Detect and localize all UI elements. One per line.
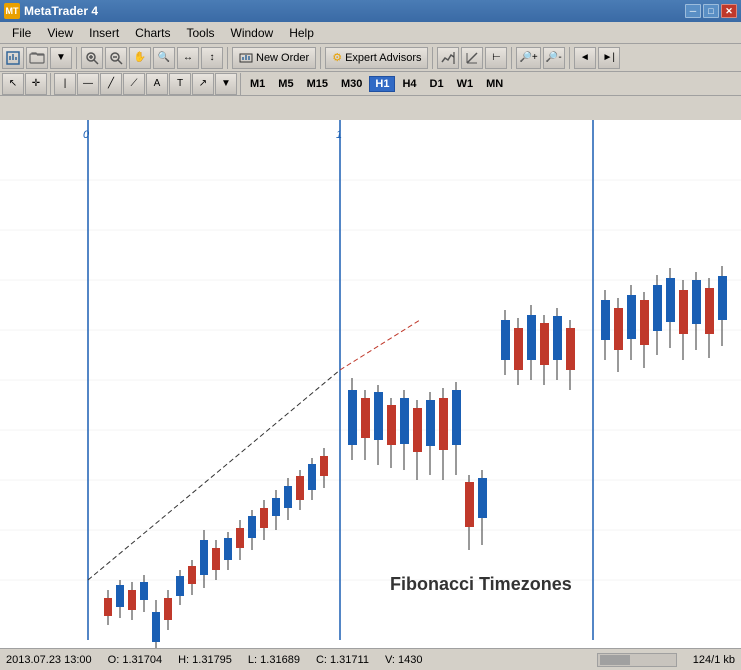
separator1 bbox=[76, 47, 77, 69]
sep-draw bbox=[50, 73, 51, 95]
arrow-tool[interactable]: ↗ bbox=[192, 73, 214, 95]
separator6 bbox=[569, 47, 570, 69]
tf-m30[interactable]: M30 bbox=[335, 76, 368, 92]
tf-w1[interactable]: W1 bbox=[451, 76, 480, 92]
chart-area[interactable]: 0 1 bbox=[0, 120, 741, 648]
sep-tf bbox=[240, 73, 241, 95]
indicators-button[interactable] bbox=[437, 47, 459, 69]
vline-tool[interactable]: | bbox=[54, 73, 76, 95]
toolbar1: ▼ ✋ 🔍 ↔ ↕ New Order ⚙ Expert Advisors ⊢ … bbox=[0, 44, 741, 72]
titlebar: MT MetaTrader 4 ─ □ ✕ bbox=[0, 0, 741, 22]
status-low: L: 1.31689 bbox=[248, 654, 300, 666]
status-close: C: 1.31711 bbox=[316, 654, 369, 666]
app-title: MetaTrader 4 bbox=[24, 4, 98, 18]
menu-file[interactable]: File bbox=[4, 24, 39, 42]
text2-tool[interactable]: T bbox=[169, 73, 191, 95]
status-open: O: 1.31704 bbox=[108, 654, 162, 666]
statusbar: 2013.07.23 13:00 O: 1.31704 H: 1.31795 L… bbox=[0, 648, 741, 670]
status-info: 124/1 kb bbox=[693, 654, 735, 666]
expert-advisors-button[interactable]: ⚙ Expert Advisors bbox=[325, 47, 428, 69]
tf-mn[interactable]: MN bbox=[480, 76, 509, 92]
status-high: H: 1.31795 bbox=[178, 654, 232, 666]
autoscroll[interactable]: ↕ bbox=[201, 47, 223, 69]
zoom-in-button[interactable] bbox=[81, 47, 103, 69]
separator2 bbox=[227, 47, 228, 69]
close-button[interactable]: ✕ bbox=[721, 4, 737, 18]
maximize-button[interactable]: □ bbox=[703, 4, 719, 18]
trendline-tool[interactable]: ╱ bbox=[100, 73, 122, 95]
more-tools[interactable]: ▼ bbox=[215, 73, 237, 95]
horizontal-scrollbar[interactable] bbox=[597, 653, 677, 667]
cursor-tool[interactable]: ↖ bbox=[2, 73, 24, 95]
app-icon: MT bbox=[4, 3, 20, 19]
zoom-in2[interactable]: 🔎+ bbox=[516, 47, 540, 69]
menu-charts[interactable]: Charts bbox=[127, 24, 178, 42]
zoom-out2[interactable]: 🔎- bbox=[543, 47, 565, 69]
hline-tool[interactable]: — bbox=[77, 73, 99, 95]
tf-h4[interactable]: H4 bbox=[396, 76, 422, 92]
status-volume: V: 1430 bbox=[385, 654, 423, 666]
zoom-out-button[interactable] bbox=[105, 47, 127, 69]
chart-svg: 0 1 bbox=[0, 120, 741, 648]
tf-d1[interactable]: D1 bbox=[424, 76, 450, 92]
menu-view[interactable]: View bbox=[39, 24, 81, 42]
status-datetime: 2013.07.23 13:00 bbox=[6, 654, 92, 666]
new-order-button[interactable]: New Order bbox=[232, 47, 316, 69]
menu-window[interactable]: Window bbox=[223, 24, 282, 42]
crosshair-tool[interactable]: ✛ bbox=[25, 73, 47, 95]
svg-text:0: 0 bbox=[83, 129, 90, 141]
minimize-button[interactable]: ─ bbox=[685, 4, 701, 18]
svg-text:1: 1 bbox=[336, 129, 342, 141]
open-dropdown[interactable]: ▼ bbox=[50, 47, 72, 69]
window-controls[interactable]: ─ □ ✕ bbox=[685, 4, 737, 18]
scroll-left[interactable]: ◄ bbox=[574, 47, 596, 69]
separator4 bbox=[432, 47, 433, 69]
tf-m15[interactable]: M15 bbox=[301, 76, 334, 92]
hand-tool[interactable]: ✋ bbox=[129, 47, 151, 69]
text-tool[interactable]: A bbox=[146, 73, 168, 95]
chart-shift[interactable]: ↔ bbox=[177, 47, 199, 69]
separator5 bbox=[511, 47, 512, 69]
fib-label: Fibonacci Timezones bbox=[390, 574, 572, 594]
price-scale-button[interactable]: ⊢ bbox=[485, 47, 507, 69]
open-button[interactable] bbox=[26, 47, 48, 69]
tf-m5[interactable]: M5 bbox=[272, 76, 299, 92]
tf-m1[interactable]: M1 bbox=[244, 76, 271, 92]
new-chart-button[interactable] bbox=[2, 47, 24, 69]
menubar: File View Insert Charts Tools Window Hel… bbox=[0, 22, 741, 44]
menu-insert[interactable]: Insert bbox=[81, 24, 127, 42]
tf-h1[interactable]: H1 bbox=[369, 76, 395, 92]
menu-tools[interactable]: Tools bbox=[179, 24, 223, 42]
channel-tool[interactable]: ⟋ bbox=[123, 73, 145, 95]
scroll-right[interactable]: ►| bbox=[598, 47, 620, 69]
separator3 bbox=[320, 47, 321, 69]
zoom-select[interactable]: 🔍 bbox=[153, 47, 175, 69]
toolbar2: ↖ ✛ | — ╱ ⟋ A T ↗ ▼ M1 M5 M15 M30 H1 H4 … bbox=[0, 72, 741, 96]
menu-help[interactable]: Help bbox=[281, 24, 322, 42]
period-sep-button[interactable] bbox=[461, 47, 483, 69]
